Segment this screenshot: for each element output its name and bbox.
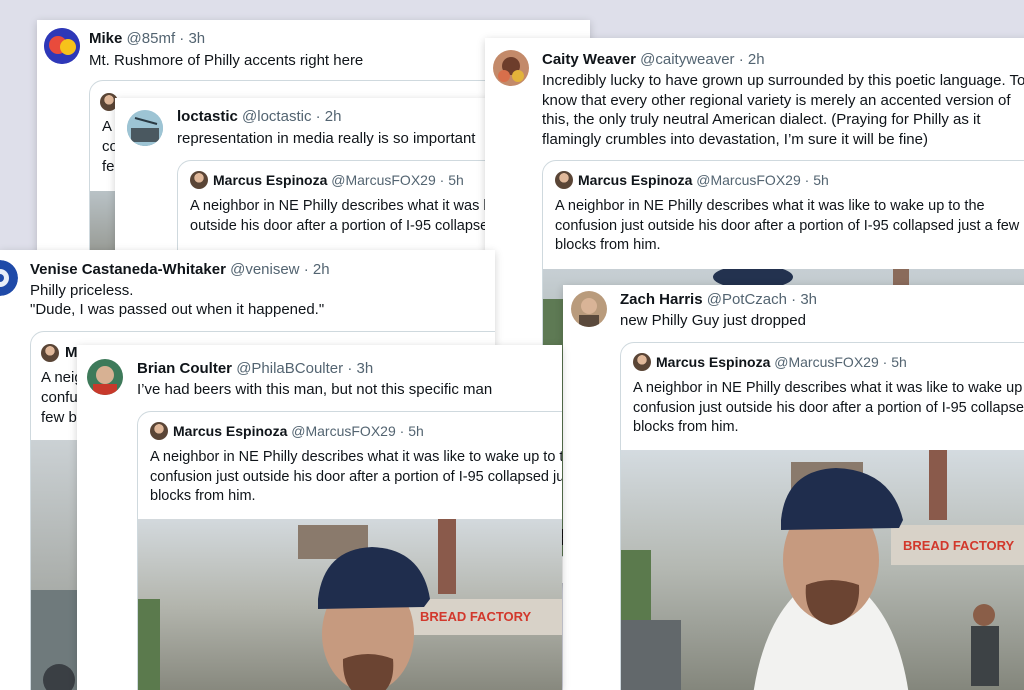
more-icon[interactable]: ⋮ (1019, 52, 1024, 69)
quoted-text-fragment: confu (41, 389, 78, 406)
author-name[interactable]: Zach Harris (620, 291, 703, 308)
tweet-text: I’ve had beers with this man, but not th… (137, 381, 493, 398)
timestamp[interactable]: 2h (325, 108, 342, 125)
avatar[interactable] (0, 260, 18, 296)
quoted-avatar (41, 344, 59, 362)
quoted-avatar (190, 171, 208, 189)
timestamp[interactable]: 3h (356, 360, 373, 377)
avatar[interactable] (571, 291, 607, 327)
tweet-card-loctastic[interactable]: loctastic @loctastic · 2h representation… (115, 98, 495, 268)
thumbnail-art: BREAD FACTORY (138, 519, 562, 690)
avatar-photo (127, 110, 163, 146)
timestamp[interactable]: 3h (800, 291, 817, 308)
quoted-author-name[interactable]: Marcus Espinoza (578, 172, 692, 188)
quoted-timestamp[interactable]: 5h (408, 423, 424, 439)
tweet-text-line-1: Philly priceless. (30, 282, 134, 299)
tweet-header: Caity Weaver @caityweaver · 2h (542, 51, 765, 68)
quoted-author-handle[interactable]: @MarcusFOX29 (331, 172, 435, 188)
quoted-avatar (633, 353, 651, 371)
timestamp[interactable]: 2h (748, 51, 765, 68)
thumbnail-art: BREAD FACTORY (621, 450, 1024, 690)
tweet-header: loctastic @loctastic · 2h (177, 108, 342, 125)
quoted-text: A neighbor in NE Philly describes what i… (555, 198, 1020, 253)
quoted-timestamp[interactable]: 5h (891, 354, 907, 370)
video-thumbnail[interactable]: BREAD FACTORY (621, 450, 1024, 690)
quoted-author-handle[interactable]: @MarcusFOX29 (696, 172, 800, 188)
quoted-header: Marcus Espinoza @MarcusFOX29 · 5h (555, 171, 829, 189)
avatar-photo (571, 291, 607, 327)
timestamp[interactable]: 2h (313, 261, 330, 278)
tweet-card-zach[interactable]: Zach Harris @PotCzach · 3h new Philly Gu… (563, 285, 1024, 690)
quoted-avatar (555, 171, 573, 189)
avatar-photo (87, 359, 123, 395)
quoted-text-fragment: M (65, 344, 78, 361)
quoted-tweet[interactable]: Marcus Espinoza @MarcusFOX29 · 5h A neig… (620, 342, 1024, 690)
tweet-text: Mt. Rushmore of Philly accents right her… (89, 52, 364, 69)
avatar[interactable] (87, 359, 123, 395)
quoted-author-handle[interactable]: @MarcusFOX29 (774, 354, 878, 370)
tweet-text: representation in media really is so imp… (177, 130, 476, 147)
author-name[interactable]: loctastic (177, 108, 238, 125)
avatar[interactable] (493, 50, 529, 86)
quoted-header: Marcus Espinoza @MarcusFOX29 · 5h (633, 353, 907, 371)
author-name[interactable]: Caity Weaver (542, 51, 636, 68)
avatar[interactable] (127, 110, 163, 146)
tweet-header: Mike @85mf · 3h (89, 30, 206, 47)
author-handle[interactable]: @PotCzach (707, 291, 787, 308)
quoted-text-fragment: A (102, 118, 113, 135)
avatar-logo (44, 28, 80, 64)
quoted-text: A neighbor in NE Philly describes what i… (150, 449, 562, 504)
quoted-header: Marcus Espinoza @MarcusFOX29 · 5h (190, 171, 464, 189)
author-name[interactable]: Brian Coulter (137, 360, 232, 377)
quoted-author-name[interactable]: Marcus Espinoza (656, 354, 770, 370)
author-handle[interactable]: @PhilaBCoulter (236, 360, 343, 377)
quoted-header: Marcus Espinoza @MarcusFOX29 · 5h (150, 422, 424, 440)
quoted-author-name[interactable]: Marcus Espinoza (173, 423, 287, 439)
avatar-logo (0, 260, 18, 296)
avatar-photo (493, 50, 529, 86)
tweet-card-brian[interactable]: Brian Coulter @PhilaBCoulter · 3h I’ve h… (77, 345, 562, 690)
quoted-tweet[interactable]: Marcus Espinoza @MarcusFOX29 · 5h A neig… (137, 411, 562, 690)
quoted-author-name[interactable]: Marcus Espinoza (213, 172, 327, 188)
author-handle[interactable]: @venisew (230, 261, 299, 278)
tweet-text-line-2: "Dude, I was passed out when it happened… (30, 301, 325, 318)
quoted-text: A neighbor in NE Philly describes what i… (633, 380, 1024, 435)
author-name[interactable]: Venise Castaneda-Whitaker (30, 261, 226, 278)
quoted-avatar (150, 422, 168, 440)
tweet-text: Incredibly lucky to have grown up surrou… (542, 72, 1024, 148)
author-handle[interactable]: @85mf (127, 30, 176, 47)
quoted-text: A neighbor in NE Philly describes what i… (190, 198, 495, 234)
store-sign: BREAD FACTORY (420, 609, 532, 624)
quoted-timestamp[interactable]: 5h (813, 172, 829, 188)
author-handle[interactable]: @loctastic (242, 108, 311, 125)
store-sign: BREAD FACTORY (903, 538, 1015, 553)
tweet-header: Venise Castaneda-Whitaker @venisew · 2h (30, 261, 330, 278)
author-handle[interactable]: @caityweaver (640, 51, 734, 68)
tweet-text: new Philly Guy just dropped (620, 312, 806, 329)
avatar[interactable] (44, 28, 80, 64)
tweet-header: Brian Coulter @PhilaBCoulter · 3h (137, 360, 374, 377)
quoted-text-fragment: fe (102, 158, 115, 175)
quoted-text-fragment: few b (41, 409, 77, 426)
author-name[interactable]: Mike (89, 30, 122, 47)
quoted-author-handle[interactable]: @MarcusFOX29 (291, 423, 395, 439)
quoted-timestamp[interactable]: 5h (448, 172, 464, 188)
tweet-header: Zach Harris @PotCzach · 3h (620, 291, 818, 308)
video-thumbnail[interactable]: BREAD FACTORY (138, 519, 562, 690)
timestamp[interactable]: 3h (188, 30, 205, 47)
